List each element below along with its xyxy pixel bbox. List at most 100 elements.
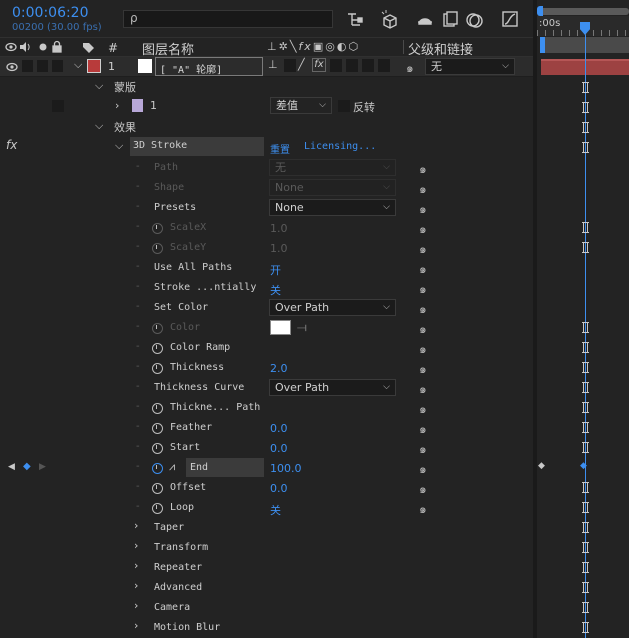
group-row-repeater[interactable]: › Repeater — [0, 558, 533, 578]
expression-pickwhip-icon[interactable]: ๑ — [419, 400, 427, 419]
property-value[interactable]: 2.0 — [270, 362, 288, 375]
effect-expand-chevron-icon[interactable]: ⌵ — [115, 139, 123, 153]
shy-layers-icon[interactable] — [418, 18, 432, 25]
search-input[interactable]: ρ — [123, 10, 333, 28]
draft-3d-icon[interactable] — [381, 10, 397, 29]
motion-blur-toggle[interactable] — [346, 59, 358, 72]
property-value[interactable]: 关 — [270, 502, 281, 518]
property-dropdown[interactable]: Over Path ⌵ — [269, 379, 396, 396]
expression-pickwhip-icon[interactable]: ๑ — [419, 300, 427, 319]
end-keyframe-current-icon[interactable]: ◆ — [580, 461, 587, 471]
work-area-start-handle[interactable] — [537, 6, 543, 16]
mask-expand-chevron-icon[interactable]: › — [115, 99, 119, 112]
stopwatch-icon[interactable] — [152, 483, 163, 494]
effect-reset-link[interactable]: 重置 — [270, 141, 290, 156]
color-swatch[interactable] — [270, 320, 291, 335]
expression-pickwhip-icon[interactable]: ๑ — [419, 180, 427, 199]
property-value[interactable]: 1.0 — [270, 242, 288, 255]
motion-blur-switch-icon[interactable]: ◎ — [325, 40, 337, 53]
mask-solo-toggle[interactable] — [52, 100, 64, 112]
expression-pickwhip-icon[interactable]: ๑ — [419, 160, 427, 179]
end-keyframe-start-icon[interactable]: ◆ — [538, 461, 545, 471]
expression-pickwhip-icon[interactable]: ๑ — [419, 200, 427, 219]
mask-mode-dropdown[interactable]: 差值 ⌵ — [270, 97, 332, 114]
next-keyframe-icon[interactable]: ▶ — [39, 462, 46, 472]
expression-pickwhip-icon[interactable]: ๑ — [419, 340, 427, 359]
collapse-switch-icon[interactable]: ✲ — [279, 40, 290, 53]
property-value[interactable]: 关 — [270, 282, 281, 298]
label-tag-icon[interactable] — [83, 43, 94, 53]
video-visibility-icon[interactable] — [5, 42, 17, 52]
mask-invert-checkbox[interactable] — [338, 100, 350, 112]
motion-blur-icon[interactable] — [466, 13, 483, 28]
effects-expand-chevron-icon[interactable]: ⌵ — [95, 119, 103, 133]
expression-pickwhip-icon[interactable]: ๑ — [419, 460, 427, 479]
expression-pickwhip-icon[interactable]: ๑ — [419, 500, 427, 519]
graph-editor-icon[interactable] — [502, 11, 518, 27]
adjustment-toggle[interactable] — [362, 59, 374, 72]
expression-pickwhip-icon[interactable]: ๑ — [419, 260, 427, 279]
mask-color-swatch[interactable] — [132, 99, 143, 112]
effects-toggle[interactable]: fx — [312, 58, 326, 72]
group-row-transform[interactable]: › Transform — [0, 538, 533, 558]
stopwatch-icon[interactable] — [152, 363, 163, 374]
expression-pickwhip-icon[interactable]: ๑ — [419, 480, 427, 499]
stopwatch-icon[interactable] — [152, 463, 163, 474]
property-dropdown[interactable]: Over Path ⌵ — [269, 299, 396, 316]
lock-icon[interactable] — [52, 40, 62, 53]
property-dropdown[interactable]: None ⌵ — [269, 179, 396, 196]
lock-toggle[interactable] — [52, 60, 63, 72]
group-expand-chevron-icon[interactable]: › — [134, 539, 138, 552]
stopwatch-icon[interactable] — [152, 503, 163, 514]
collapse-toggle[interactable] — [284, 59, 296, 72]
property-value[interactable]: 100.0 — [270, 462, 302, 475]
frame-blend-switch-icon[interactable]: ▣ — [313, 40, 325, 53]
expression-pickwhip-icon[interactable]: ๑ — [419, 380, 427, 399]
stopwatch-icon[interactable] — [152, 443, 163, 454]
property-dropdown[interactable]: 无 ⌵ — [269, 159, 396, 176]
stopwatch-icon[interactable] — [152, 323, 163, 334]
shy-switch-icon[interactable]: ⊥ — [267, 40, 279, 53]
stopwatch-icon[interactable] — [152, 423, 163, 434]
group-expand-chevron-icon[interactable]: › — [134, 559, 138, 572]
expression-pickwhip-icon[interactable]: ๑ — [419, 360, 427, 379]
property-value[interactable]: 0.0 — [270, 482, 288, 495]
solo-icon[interactable] — [39, 43, 47, 51]
effect-fx-toggle[interactable]: fx — [6, 138, 17, 152]
group-row-advanced[interactable]: › Advanced — [0, 578, 533, 598]
fx-switch-icon[interactable]: fx — [298, 40, 312, 53]
expression-pickwhip-icon[interactable]: ๑ — [419, 280, 427, 299]
property-value[interactable]: 开 — [270, 262, 281, 278]
solo-toggle[interactable] — [37, 60, 48, 72]
3d-switch-icon[interactable]: ⬡ — [348, 40, 360, 53]
keyframe-toggle-icon[interactable]: ◆ — [23, 461, 31, 472]
layer-name-header[interactable]: 图层名称 — [142, 39, 194, 58]
stopwatch-icon[interactable] — [152, 243, 163, 254]
layer-label-color[interactable] — [87, 59, 101, 73]
frame-blending-icon[interactable] — [443, 11, 458, 27]
stopwatch-icon[interactable] — [152, 223, 163, 234]
layer-expand-chevron-icon[interactable]: ⌵ — [74, 58, 82, 72]
effect-name-field[interactable]: 3D Stroke — [130, 137, 264, 156]
expression-pickwhip-icon[interactable]: ๑ — [419, 220, 427, 239]
audio-icon[interactable] — [20, 42, 30, 52]
property-value[interactable]: 0.0 — [270, 422, 288, 435]
quality-toggle[interactable]: ╱ — [298, 58, 305, 71]
3d-toggle[interactable] — [378, 59, 390, 72]
group-row-camera[interactable]: › Camera — [0, 598, 533, 618]
stopwatch-icon[interactable] — [152, 403, 163, 414]
expression-pickwhip-icon[interactable]: ๑ — [419, 320, 427, 339]
layer-name-field[interactable]: [ "A" 轮廓] — [155, 57, 263, 76]
effect-licensing-link[interactable]: Licensing... — [304, 141, 376, 152]
parent-link-header[interactable]: 父级和链接 — [408, 39, 473, 58]
audio-toggle[interactable] — [22, 60, 33, 72]
group-expand-chevron-icon[interactable]: › — [134, 599, 138, 612]
shy-toggle[interactable]: ⊥ — [268, 58, 278, 71]
property-value[interactable]: 1.0 — [270, 222, 288, 235]
adjustment-switch-icon[interactable]: ◐ — [337, 40, 349, 53]
expression-pickwhip-icon[interactable]: ๑ — [419, 440, 427, 459]
eyedropper-icon[interactable]: ⟞ — [297, 320, 307, 335]
group-row-motion-blur[interactable]: › Motion Blur — [0, 618, 533, 638]
prev-keyframe-icon[interactable]: ◀ — [8, 462, 15, 472]
group-row-taper[interactable]: › Taper — [0, 518, 533, 538]
